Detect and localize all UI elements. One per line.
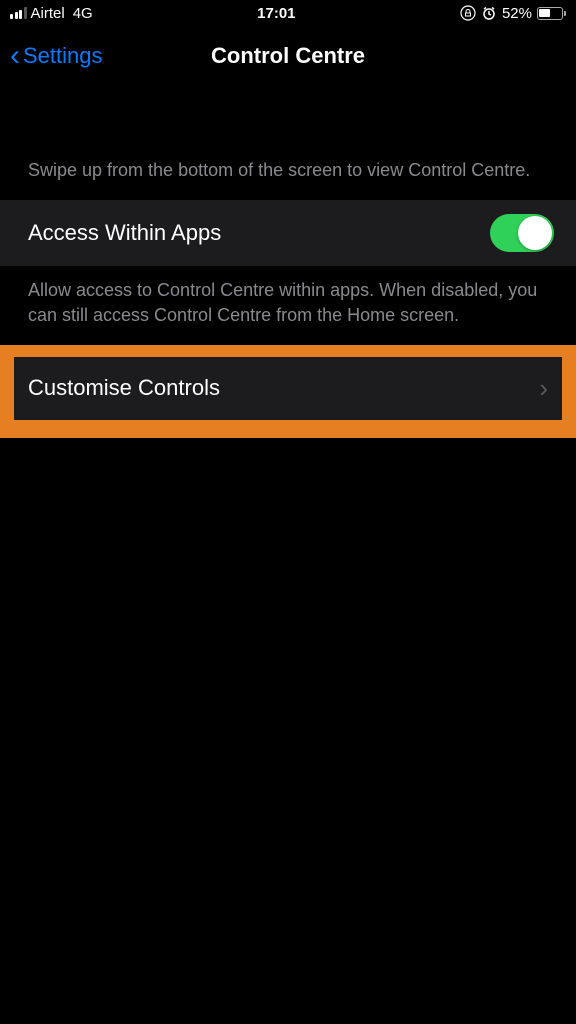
status-time: 17:01: [257, 5, 295, 22]
chevron-left-icon: ‹: [10, 41, 20, 71]
signal-icon: [10, 7, 27, 19]
battery-icon: [537, 7, 566, 20]
intro-description: Swipe up from the bottom of the screen t…: [0, 86, 576, 200]
back-button[interactable]: ‹ Settings: [10, 41, 103, 71]
back-label: Settings: [23, 43, 103, 69]
customise-label: Customise Controls: [28, 375, 220, 401]
access-label: Access Within Apps: [28, 220, 221, 246]
toggle-knob: [518, 216, 552, 250]
carrier-label: Airtel: [31, 5, 65, 22]
status-left: Airtel 4G: [10, 5, 93, 22]
access-toggle[interactable]: [490, 214, 554, 252]
network-label: 4G: [73, 5, 93, 22]
access-description: Allow access to Control Centre within ap…: [0, 266, 576, 343]
highlight-box: Customise Controls ›: [0, 345, 576, 438]
access-within-apps-row: Access Within Apps: [0, 200, 576, 266]
status-bar: Airtel 4G 17:01 52%: [0, 0, 576, 26]
battery-percent: 52%: [502, 5, 532, 22]
orientation-lock-icon: [460, 5, 476, 21]
nav-bar: ‹ Settings Control Centre: [0, 26, 576, 86]
customise-controls-row[interactable]: Customise Controls ›: [14, 357, 562, 420]
chevron-right-icon: ›: [539, 373, 548, 404]
alarm-icon: [481, 5, 497, 21]
content-area: Swipe up from the bottom of the screen t…: [0, 86, 576, 438]
status-right: 52%: [460, 5, 566, 22]
